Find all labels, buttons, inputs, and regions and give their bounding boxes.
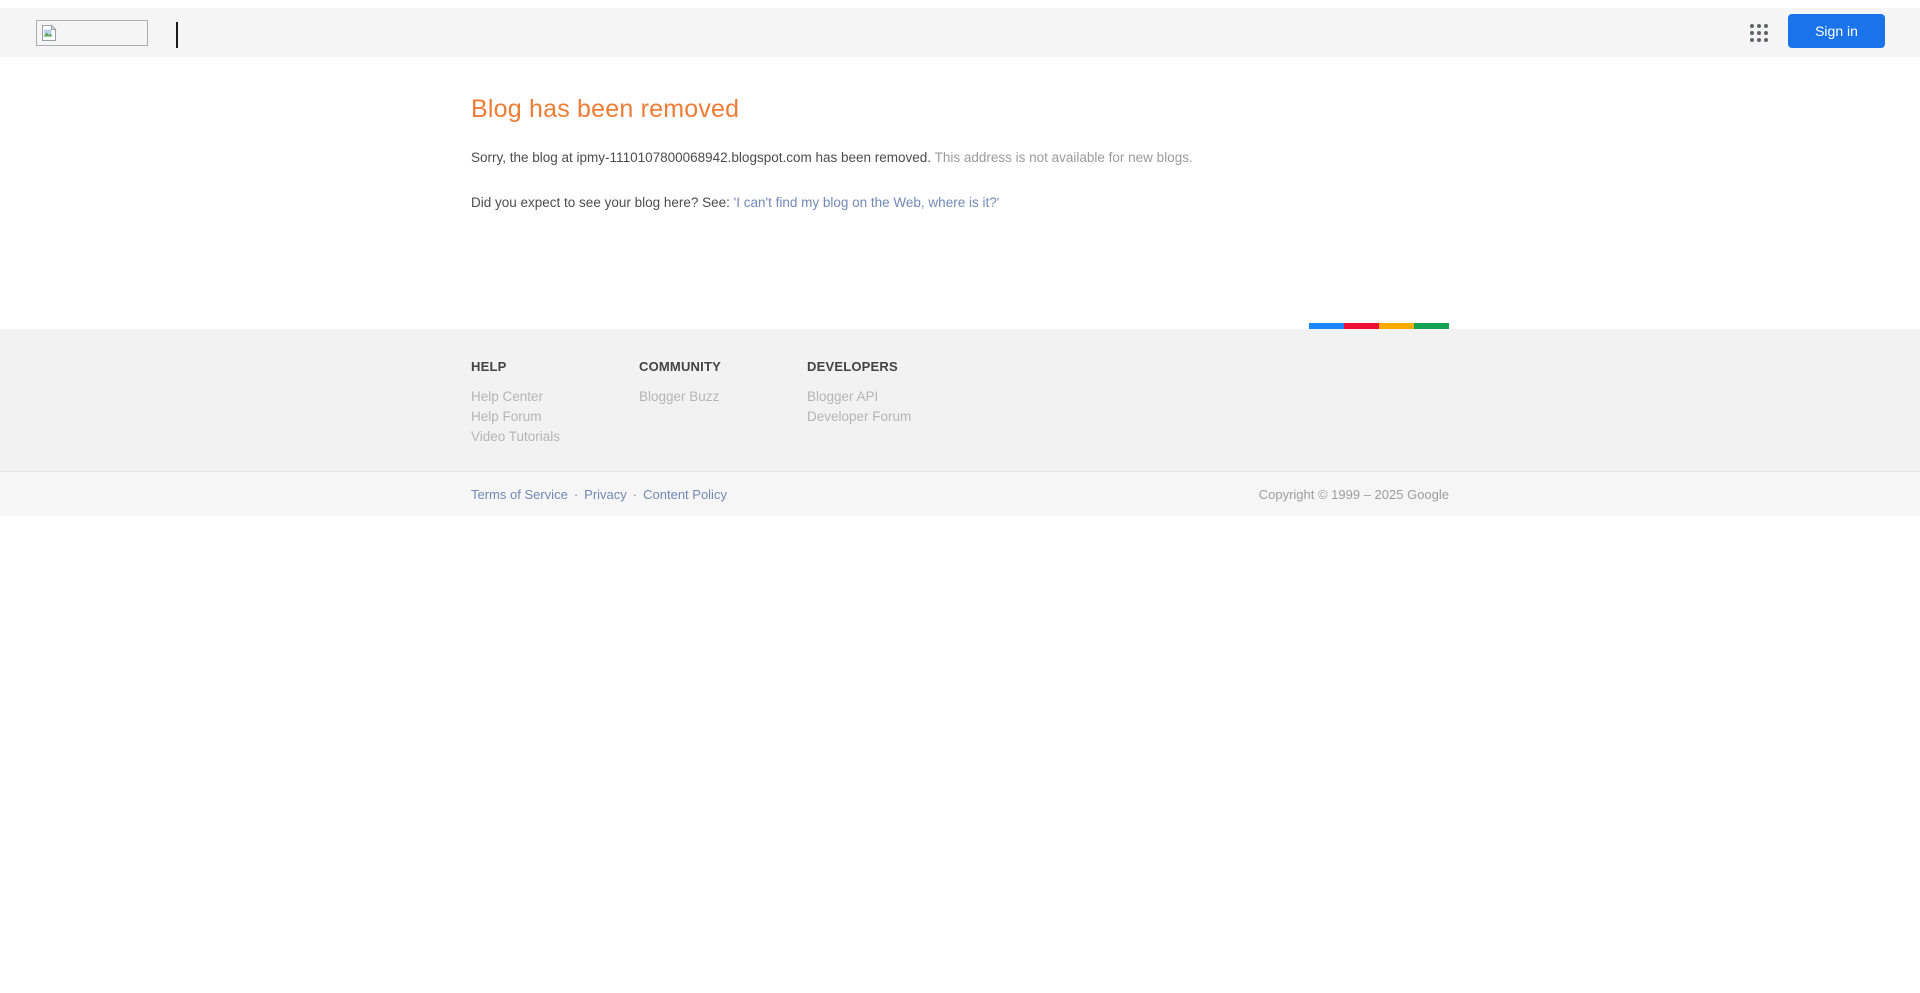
content-policy-link[interactable]: Content Policy [643, 487, 727, 502]
copyright-text: Copyright © 1999 – 2025 Google [1258, 486, 1449, 502]
broken-image-icon [42, 24, 57, 41]
footer-link-blogger-api[interactable]: Blogger API [807, 389, 878, 404]
footer-link-video-tutorials[interactable]: Video Tutorials [471, 429, 560, 444]
removed-message: Sorry, the blog at ipmy-1110107800068942… [471, 150, 1449, 165]
footer-bottom-bar: Terms of Service · Privacy · Content Policy … [0, 471, 1920, 516]
footer-link-help-forum[interactable]: Help Forum [471, 409, 542, 424]
help-prompt-text: Did you expect to see your blog here? Se… [471, 195, 734, 210]
footer: HELP Help Center Help Forum Video Tutori… [0, 323, 1920, 471]
google-brand-bar [1309, 323, 1449, 329]
brand-bar-yellow [1379, 323, 1414, 329]
footer-column-community: COMMUNITY Blogger Buzz [639, 359, 807, 447]
header: Sign in [0, 8, 1920, 57]
brand-bar-red [1344, 323, 1379, 329]
footer-heading-help: HELP [471, 359, 507, 374]
footer-link-developer-forum[interactable]: Developer Forum [807, 409, 911, 424]
separator-dot: · [573, 486, 579, 502]
text-cursor [176, 22, 178, 48]
removed-message-secondary: This address is not available for new bl… [931, 150, 1193, 165]
blogger-logo-broken-image[interactable] [36, 20, 148, 46]
footer-link-blogger-buzz[interactable]: Blogger Buzz [639, 389, 719, 404]
page-title: Blog has been removed [471, 95, 740, 123]
footer-link-help-center[interactable]: Help Center [471, 389, 543, 404]
privacy-link[interactable]: Privacy [584, 487, 627, 502]
terms-of-service-link[interactable]: Terms of Service [471, 487, 568, 502]
footer-heading-community: COMMUNITY [639, 359, 721, 374]
footer-column-help: HELP Help Center Help Forum Video Tutori… [471, 359, 639, 447]
removed-message-primary: Sorry, the blog at ipmy-1110107800068942… [471, 150, 932, 165]
separator-dot: · [632, 486, 638, 502]
footer-column-developers: DEVELOPERS Blogger API Developer Forum [807, 359, 975, 447]
help-prompt: Did you expect to see your blog here? Se… [471, 195, 1449, 210]
sign-in-button[interactable]: Sign in [1788, 14, 1885, 48]
brand-bar-blue [1309, 323, 1344, 329]
brand-bar-green [1414, 323, 1449, 329]
google-apps-icon[interactable] [1748, 22, 1770, 44]
cant-find-blog-link[interactable]: 'I can't find my blog on the Web, where … [734, 195, 1000, 210]
legal-links: Terms of Service · Privacy · Content Policy [471, 487, 727, 502]
blog-removed-page: Sign in Blog has been removed Sorry, the… [0, 0, 1920, 993]
footer-heading-developers: DEVELOPERS [807, 359, 898, 374]
